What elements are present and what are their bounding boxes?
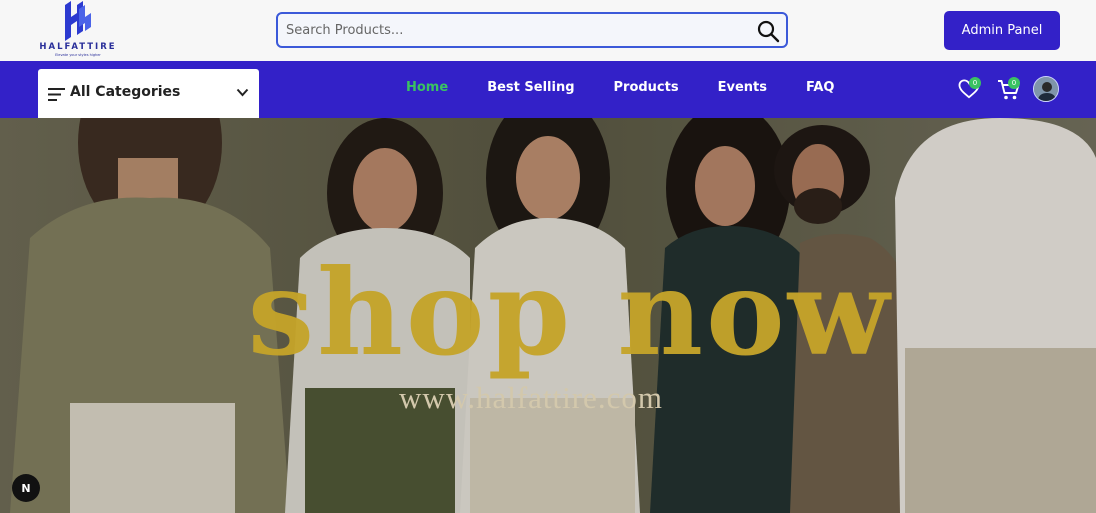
nav-item-faq[interactable]: FAQ [806, 80, 835, 95]
cart-button[interactable]: 0 [997, 77, 1023, 101]
nav-item-home[interactable]: Home [406, 80, 448, 95]
hero-title: shop now [247, 243, 893, 382]
nav-item-products[interactable]: Products [614, 80, 679, 95]
hero-banner[interactable]: shop now www.halfattire.com [0, 118, 1096, 513]
nav-item-best-selling[interactable]: Best Selling [487, 80, 574, 95]
wishlist-count-badge: 0 [969, 77, 981, 89]
brand-logo[interactable]: HALFATTIRE Elevate your styles higher [38, 1, 118, 59]
user-avatar[interactable] [1033, 76, 1059, 102]
user-avatar-icon [1034, 77, 1058, 101]
hero-url: www.halfattire.com [399, 380, 663, 415]
brand-tagline: Elevate your styles higher [55, 53, 101, 57]
brand-name: HALFATTIRE [39, 42, 117, 52]
dev-tools-badge[interactable]: N [12, 474, 40, 502]
search-icon[interactable] [756, 19, 780, 43]
search-input[interactable] [278, 14, 748, 46]
categories-label: All Categories [70, 84, 181, 100]
all-categories-dropdown[interactable]: All Categories [38, 69, 259, 118]
wishlist-button[interactable]: 0 [958, 77, 982, 101]
top-header: HALFATTIRE Elevate your styles higher Ad… [0, 0, 1096, 61]
main-nav-bar: All Categories Home Best Selling Product… [0, 61, 1096, 118]
menu-icon [48, 88, 65, 101]
logo-mark-icon [65, 1, 91, 41]
search-bar [276, 12, 788, 48]
cart-count-badge: 0 [1008, 77, 1020, 89]
nav-item-events[interactable]: Events [718, 80, 767, 95]
admin-panel-button[interactable]: Admin Panel [944, 11, 1060, 50]
chevron-down-icon [236, 88, 249, 97]
nav-links: Home Best Selling Products Events FAQ [406, 80, 874, 95]
